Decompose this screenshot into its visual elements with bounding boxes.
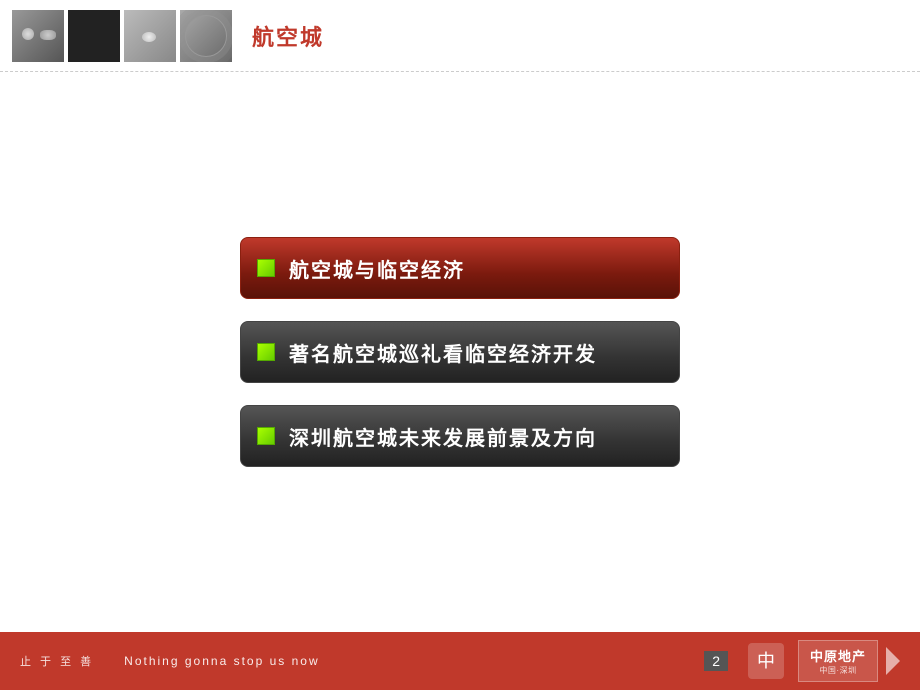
header-image-1 (12, 10, 64, 62)
header-image-4 (180, 10, 232, 62)
footer-page-number: 2 (704, 651, 728, 671)
svg-text:中: 中 (757, 651, 775, 671)
menu-label-2: 著名航空城巡礼看临空经济开发 (289, 338, 597, 367)
menu-icon-1 (257, 259, 275, 277)
footer-logo-box: 中原地产 中国·深圳 (798, 640, 878, 682)
header: 航空城 (0, 0, 920, 72)
menu-label-3: 深圳航空城未来发展前景及方向 (289, 422, 597, 451)
menu-icon-3 (257, 427, 275, 445)
footer-logo-sub: 中国·深圳 (819, 665, 856, 676)
header-image-3 (124, 10, 176, 62)
menu-item-1[interactable]: 航空城与临空经济 (240, 237, 680, 299)
header-image-2 (68, 10, 120, 62)
footer-slogan: Nothing gonna stop us now (124, 654, 704, 668)
footer-arrow-icon (886, 647, 900, 675)
header-images (12, 10, 232, 62)
menu-label-1: 航空城与临空经济 (289, 254, 465, 283)
main-content: 航空城与临空经济 著名航空城巡礼看临空经济开发 深圳航空城未来发展前景及方向 (0, 72, 920, 632)
footer-motto: 止 于 至 善 (20, 653, 94, 669)
footer-logo-area: 中 中原地产 中国·深圳 (748, 640, 900, 682)
menu-item-3[interactable]: 深圳航空城未来发展前景及方向 (240, 405, 680, 467)
page-title: 航空城 (252, 20, 324, 52)
menu-container: 航空城与临空经济 著名航空城巡礼看临空经济开发 深圳航空城未来发展前景及方向 (240, 237, 680, 467)
footer: 止 于 至 善 Nothing gonna stop us now 2 中 中原… (0, 632, 920, 690)
menu-item-2[interactable]: 著名航空城巡礼看临空经济开发 (240, 321, 680, 383)
footer-logo-icon: 中 (748, 643, 784, 679)
menu-icon-2 (257, 343, 275, 361)
footer-logo-cn: 中原地产 (810, 646, 866, 665)
